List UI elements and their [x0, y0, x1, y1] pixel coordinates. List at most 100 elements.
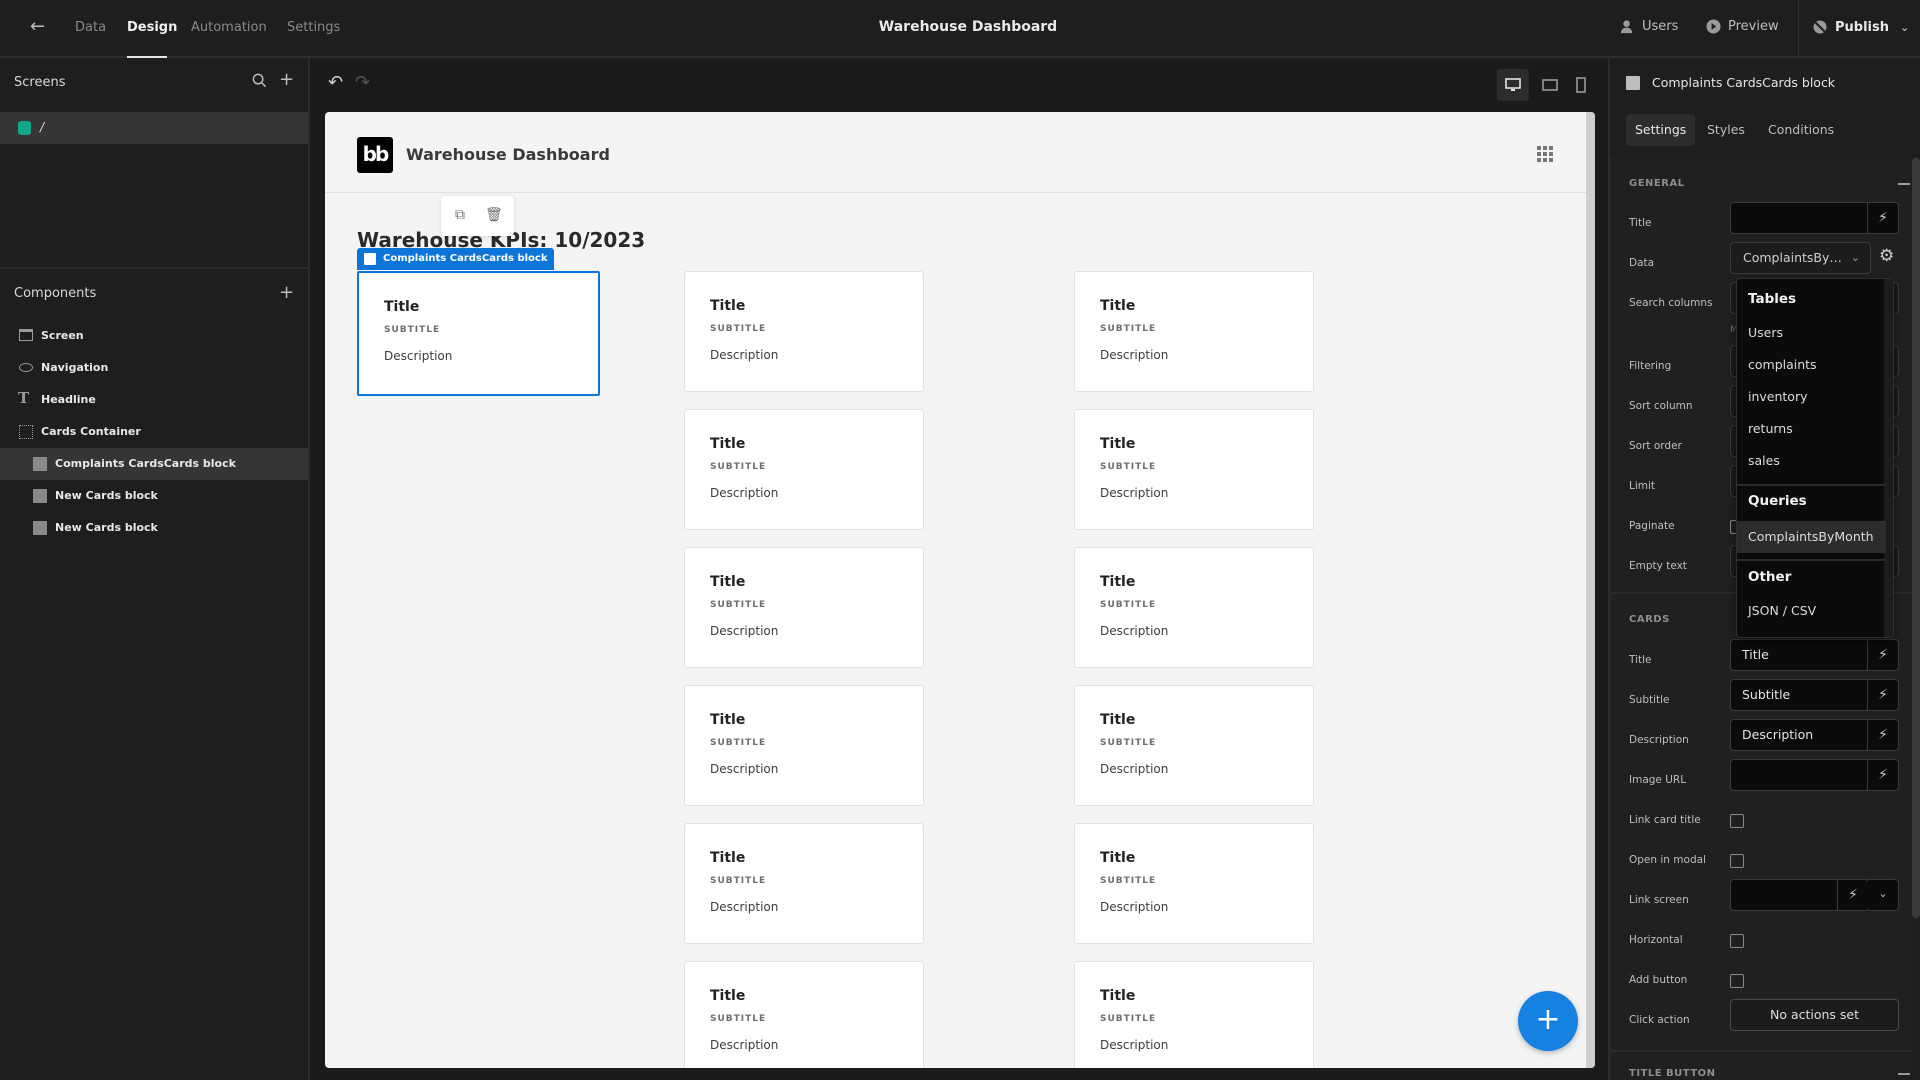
collapse-general-icon[interactable]	[1898, 183, 1910, 185]
card[interactable]: Title SUBTITLE Description	[1074, 271, 1314, 392]
mobile-view-button[interactable]	[1570, 69, 1594, 101]
undo-icon[interactable]: ↶	[328, 72, 343, 93]
dropdown-option-json-csv[interactable]: JSON / CSV	[1737, 595, 1886, 627]
sort-column-label: Sort column	[1629, 400, 1693, 412]
screen-item-root[interactable]: /	[0, 112, 308, 144]
data-source-select[interactable]: ComplaintsBy… ⌄	[1730, 242, 1871, 274]
card[interactable]: Title SUBTITLE Description	[1074, 685, 1314, 806]
dropdown-option-inventory[interactable]: inventory	[1737, 381, 1886, 413]
component-item-headline[interactable]: T Headline	[0, 384, 308, 416]
design-canvas[interactable]: bb Warehouse Dashboard Warehouse KPIs: 1…	[325, 112, 1595, 1068]
horizontal-checkbox[interactable]	[1730, 934, 1744, 948]
click-action-button[interactable]: No actions set	[1730, 999, 1899, 1031]
dropdown-option-returns[interactable]: returns	[1737, 413, 1886, 445]
dropdown-option-sales[interactable]: sales	[1737, 445, 1886, 477]
panel-divider	[0, 267, 308, 269]
data-settings-gear-icon[interactable]: ⚙	[1879, 246, 1894, 266]
card-subtitle-label: Subtitle	[1629, 694, 1670, 706]
settings-scrollbar[interactable]	[1912, 158, 1920, 918]
binding-bolt-icon[interactable]: ⚡	[1867, 680, 1898, 710]
binding-bolt-icon[interactable]: ⚡	[1867, 640, 1898, 670]
card[interactable]: Title SUBTITLE Description	[684, 271, 924, 392]
link-screen-dropdown-button[interactable]: ⌄	[1868, 879, 1899, 911]
selected-component-name: Complaints CardsCards block	[383, 253, 548, 264]
collapse-title-button-icon[interactable]	[1898, 1073, 1910, 1075]
card[interactable]: Title SUBTITLE Description	[1074, 823, 1314, 944]
component-item-cards-container[interactable]: Cards Container	[0, 416, 308, 448]
card-description-input[interactable]: Description ⚡	[1730, 719, 1899, 751]
component-item-screen[interactable]: Screen	[0, 320, 308, 352]
open-in-modal-checkbox[interactable]	[1730, 854, 1744, 868]
card-description: Description	[1100, 486, 1169, 500]
dropdown-group-queries: Queries	[1748, 493, 1807, 509]
dropdown-option-users[interactable]: Users	[1737, 317, 1886, 349]
card-description: Description	[710, 1038, 779, 1052]
cloud-off-icon	[1813, 20, 1827, 34]
dropdown-group-tables: Tables	[1748, 291, 1797, 307]
users-button[interactable]: Users	[1620, 19, 1678, 34]
add-component-icon[interactable]: +	[279, 284, 294, 302]
add-component-fab[interactable]: +	[1518, 991, 1578, 1051]
chevron-down-icon[interactable]: ⌄	[1900, 21, 1909, 34]
card[interactable]: Title SUBTITLE Description	[1074, 409, 1314, 530]
screen-icon	[19, 329, 33, 341]
card[interactable]: Title SUBTITLE Description	[1074, 547, 1314, 668]
dropdown-option-complaints-by-month[interactable]: ComplaintsByMonth	[1737, 521, 1886, 553]
component-item-navigation[interactable]: Navigation	[0, 352, 308, 384]
component-name: Complaints CardsCards block	[1652, 75, 1836, 90]
binding-bolt-icon[interactable]: ⚡	[1837, 880, 1868, 910]
publish-button[interactable]: Publish ⌄	[1812, 19, 1909, 35]
card[interactable]: Title SUBTITLE Description	[684, 547, 924, 668]
card-title: Title	[1100, 850, 1136, 866]
card-title: Title	[1100, 988, 1136, 1004]
trash-icon[interactable]: 🗑	[485, 207, 503, 223]
binding-bolt-icon[interactable]: ⚡	[1867, 720, 1898, 750]
binding-bolt-icon[interactable]: ⚡	[1867, 760, 1898, 790]
sort-order-label: Sort order	[1629, 440, 1682, 452]
card[interactable]: Title SUBTITLE Description	[684, 961, 924, 1068]
card[interactable]: Title SUBTITLE Description	[684, 685, 924, 806]
duplicate-icon[interactable]: ⧉	[455, 207, 465, 223]
binding-bolt-icon[interactable]: ⚡	[1867, 203, 1898, 233]
component-item-new-cards-block[interactable]: New Cards block	[0, 512, 308, 544]
card-subtitle-input[interactable]: Subtitle ⚡	[1730, 679, 1899, 711]
card[interactable]: Title SUBTITLE Description	[1074, 961, 1314, 1068]
card-title-input[interactable]: Title ⚡	[1730, 639, 1899, 671]
card-description-label: Description	[1629, 734, 1689, 746]
component-label: New Cards block	[55, 521, 158, 534]
component-item-new-cards-block[interactable]: New Cards block	[0, 480, 308, 512]
card-title: Title	[1100, 298, 1136, 314]
card-title: Title	[710, 298, 746, 314]
component-item-complaints-cards-block[interactable]: Complaints CardsCards block	[0, 448, 308, 480]
card-title: Title	[1100, 436, 1136, 452]
top-bar: ← Data Design Automation Settings Wareho…	[0, 0, 1920, 58]
general-title-input[interactable]: ⚡	[1730, 202, 1899, 234]
component-label: New Cards block	[55, 489, 158, 502]
dropdown-group-other: Other	[1748, 569, 1792, 585]
app-grid-icon[interactable]	[1537, 146, 1553, 162]
settings-tab-conditions[interactable]: Conditions	[1759, 114, 1843, 146]
image-url-input[interactable]: ⚡	[1730, 759, 1899, 791]
app-logo: bb	[357, 137, 393, 173]
search-columns-label: Search columns	[1629, 297, 1713, 309]
card-title: Title	[1100, 574, 1136, 590]
card[interactable]: Title SUBTITLE Description	[684, 409, 924, 530]
tablet-view-button[interactable]	[1536, 69, 1564, 101]
redo-icon[interactable]: ↷	[355, 72, 370, 93]
card[interactable]: Title SUBTITLE Description	[357, 271, 600, 396]
link-card-title-checkbox[interactable]	[1730, 814, 1744, 828]
canvas-scrollbar[interactable]	[1586, 112, 1595, 1068]
preview-button[interactable]: Preview	[1706, 19, 1779, 34]
search-icon[interactable]	[252, 73, 267, 92]
card-subtitle: SUBTITLE	[710, 738, 767, 748]
publish-label: Publish	[1835, 19, 1889, 35]
settings-tab-styles[interactable]: Styles	[1698, 114, 1754, 146]
dropdown-option-complaints[interactable]: complaints	[1737, 349, 1886, 381]
settings-tab-settings[interactable]: Settings	[1626, 114, 1696, 146]
card[interactable]: Title SUBTITLE Description	[684, 823, 924, 944]
add-screen-icon[interactable]: +	[279, 71, 294, 89]
add-button-checkbox[interactable]	[1730, 974, 1744, 988]
desktop-view-button[interactable]	[1497, 69, 1529, 101]
card-subtitle: SUBTITLE	[1100, 1014, 1157, 1024]
link-screen-input[interactable]: ⚡	[1730, 879, 1869, 911]
